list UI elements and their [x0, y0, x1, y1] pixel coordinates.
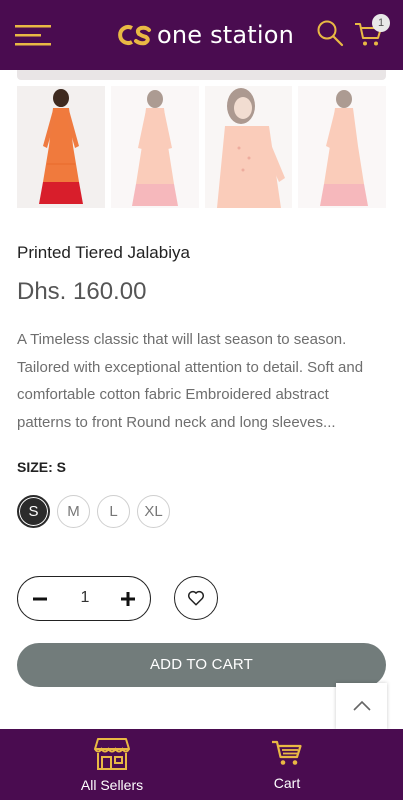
cart-count-badge: 1	[372, 14, 390, 32]
product-photo-front	[17, 86, 105, 208]
product-photo-closeup	[204, 86, 293, 208]
search-icon[interactable]	[316, 19, 344, 47]
heart-icon	[187, 590, 205, 606]
nav-cart[interactable]: Cart	[248, 729, 326, 800]
nav-all-sellers-label: All Sellers	[80, 777, 144, 793]
bottom-navigation: All Sellers Cart	[0, 729, 403, 800]
main-product-image[interactable]	[17, 70, 386, 80]
back-to-top-button[interactable]	[336, 683, 387, 730]
thumbnail-3[interactable]	[204, 86, 293, 208]
logo-text: one station	[157, 21, 295, 49]
thumbnail-4[interactable]	[298, 86, 386, 208]
product-photo-side	[298, 86, 386, 208]
minus-icon[interactable]	[28, 587, 52, 611]
thumbnail-1[interactable]	[17, 86, 105, 208]
store-icon	[94, 738, 130, 770]
thumbnail-gallery	[17, 86, 386, 208]
size-option-xl[interactable]: XL	[137, 495, 170, 528]
thumbnail-2[interactable]	[110, 86, 199, 208]
top-header: one station 1	[0, 0, 403, 70]
menu-icon[interactable]	[15, 23, 53, 47]
product-photo-back	[110, 86, 199, 208]
size-option-m[interactable]: M	[57, 495, 90, 528]
nav-cart-label: Cart	[273, 775, 301, 791]
size-option-l[interactable]: L	[97, 495, 130, 528]
plus-icon[interactable]	[116, 587, 140, 611]
product-description: A Timeless classic that will last season…	[17, 331, 364, 431]
nav-all-sellers[interactable]: All Sellers	[64, 729, 160, 800]
product-title: Printed Tiered Jalabiya	[17, 243, 190, 262]
add-to-cart-button[interactable]: ADD TO CART	[17, 643, 386, 687]
product-price: Dhs. 160.00	[17, 278, 147, 305]
logo-icon	[118, 25, 151, 46]
brand-logo[interactable]: one station	[118, 20, 294, 50]
size-options: S M L XL	[17, 495, 170, 528]
quantity-stepper: 1	[17, 576, 151, 621]
quantity-value[interactable]: 1	[63, 589, 107, 607]
size-label: SIZE: S	[17, 459, 67, 475]
cart-icon	[272, 740, 302, 765]
chevron-up-icon	[353, 700, 371, 711]
size-option-s[interactable]: S	[17, 495, 50, 528]
wishlist-button[interactable]	[174, 576, 218, 620]
